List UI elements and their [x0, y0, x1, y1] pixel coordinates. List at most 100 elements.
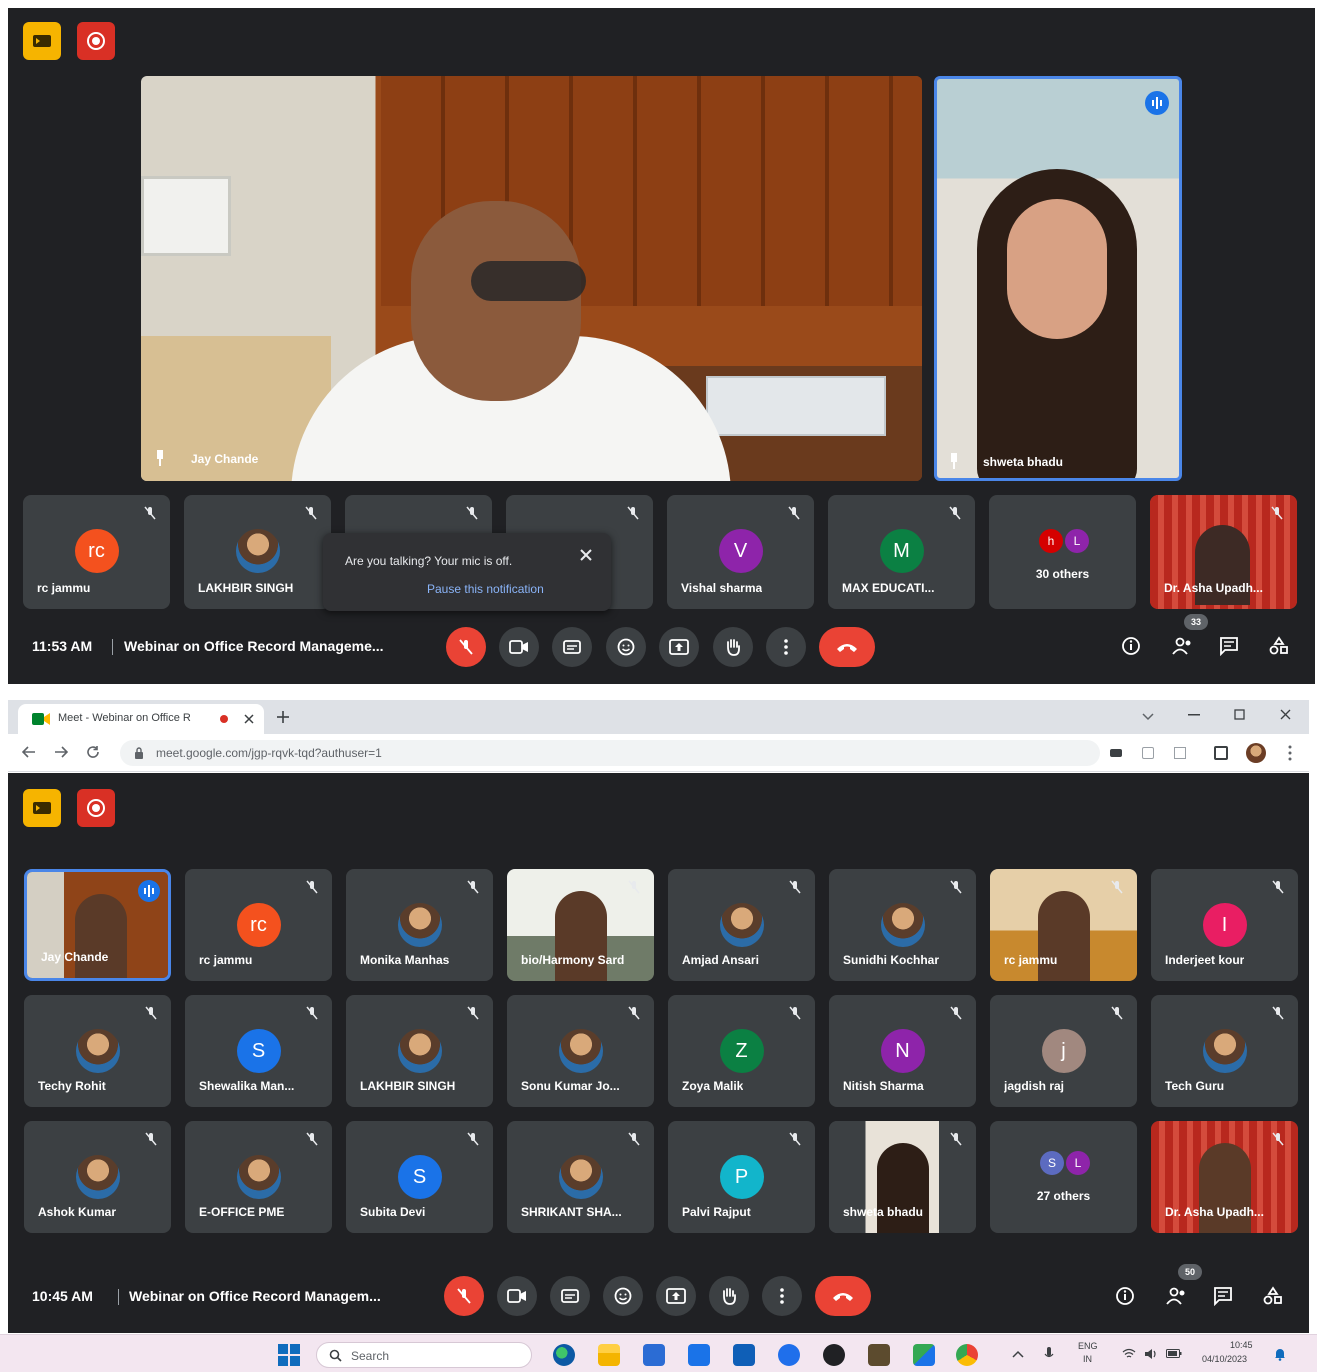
input-language[interactable]: ENG [1078, 1341, 1098, 1351]
minimize-icon[interactable] [1188, 714, 1200, 716]
participant-tile[interactable]: Sunidhi Kochhar [829, 869, 976, 981]
profile-avatar[interactable] [1246, 743, 1266, 763]
raise-hand-button[interactable] [709, 1276, 749, 1316]
teams-icon[interactable] [778, 1344, 800, 1366]
participant-tile[interactable]: P Palvi Rajput [668, 1121, 815, 1233]
participant-tile[interactable]: Amjad Ansari [668, 869, 815, 981]
new-tab-icon[interactable] [276, 710, 290, 724]
captions-button[interactable] [550, 1276, 590, 1316]
participant-tile[interactable]: bio/Harmony Sard [507, 869, 654, 981]
active-speaker-tile[interactable]: shweta bhadu [934, 76, 1182, 481]
participant-tile[interactable]: S Shewalika Man... [185, 995, 332, 1107]
mic-toggle-button[interactable] [444, 1276, 484, 1316]
back-icon[interactable] [22, 746, 36, 758]
camera-toggle-button[interactable] [499, 627, 539, 667]
close-window-icon[interactable] [1280, 709, 1291, 720]
participant-tile[interactable]: SHRIKANT SHA... [507, 1121, 654, 1233]
participant-tile[interactable]: V Vishal sharma [667, 495, 814, 609]
share-icon[interactable] [1142, 747, 1154, 759]
side-panel-icon[interactable] [1214, 746, 1228, 760]
volume-icon[interactable] [1144, 1348, 1158, 1360]
mail-icon[interactable] [688, 1344, 710, 1366]
pause-notification-link[interactable]: Pause this notification [427, 582, 544, 596]
participant-tile[interactable]: Dr. Asha Upadh... [1151, 1121, 1298, 1233]
file-explorer-icon[interactable] [598, 1344, 620, 1366]
camera-in-use-icon[interactable] [1110, 749, 1122, 757]
meeting-activity-icon[interactable] [23, 789, 61, 827]
participant-tile[interactable]: Jay Chande [24, 869, 171, 981]
more-options-button[interactable] [762, 1276, 802, 1316]
participant-tile[interactable]: Ashok Kumar [24, 1121, 171, 1233]
mic-tray-icon[interactable] [1044, 1347, 1054, 1361]
captions-button[interactable] [552, 627, 592, 667]
participant-tile[interactable]: N Nitish Sharma [829, 995, 976, 1107]
participant-tile[interactable]: Techy Rohit [24, 995, 171, 1107]
activities-button[interactable] [1260, 1283, 1286, 1309]
emoji-reaction-button[interactable] [606, 627, 646, 667]
address-bar[interactable]: meet.google.com/jgp-rqvk-tqd?authuser=1 [120, 740, 1100, 766]
participant-tile[interactable]: LAKHBIR SINGH [346, 995, 493, 1107]
app-icon[interactable] [913, 1344, 935, 1366]
notification-bell-icon[interactable] [1274, 1347, 1286, 1361]
clock-time[interactable]: 10:45 [1230, 1340, 1253, 1350]
raise-hand-button[interactable] [713, 627, 753, 667]
video-hover-controls[interactable] [471, 261, 586, 301]
participant-tile[interactable]: Monika Manhas [346, 869, 493, 981]
meeting-activity-icon[interactable] [23, 22, 61, 60]
more-options-button[interactable] [766, 627, 806, 667]
activities-button[interactable] [1266, 633, 1292, 659]
leave-call-button[interactable] [819, 627, 875, 667]
edge-icon[interactable] [553, 1344, 575, 1366]
mic-off-icon [305, 506, 317, 520]
participant-tile[interactable]: j jagdish raj [990, 995, 1137, 1107]
participant-tile[interactable]: Sonu Kumar Jo... [507, 995, 654, 1107]
participant-tile[interactable]: rc rc jammu [185, 869, 332, 981]
people-button[interactable] [1170, 633, 1196, 659]
maximize-icon[interactable] [1234, 709, 1245, 720]
store-icon[interactable] [643, 1344, 665, 1366]
meeting-details-button[interactable] [1112, 1283, 1138, 1309]
bookmark-icon[interactable] [1174, 747, 1186, 759]
participant-tile[interactable]: rc rc jammu [23, 495, 170, 609]
chevron-up-icon[interactable] [1012, 1350, 1024, 1358]
app-icon[interactable] [868, 1344, 890, 1366]
participant-tile[interactable]: I Inderjeet kour [1151, 869, 1298, 981]
leave-call-button[interactable] [815, 1276, 871, 1316]
close-icon[interactable] [578, 547, 594, 563]
participant-tile[interactable]: M MAX EDUCATI... [828, 495, 975, 609]
chat-button[interactable] [1216, 633, 1242, 659]
start-icon[interactable] [278, 1344, 300, 1366]
forward-icon[interactable] [54, 746, 68, 758]
main-video-tile[interactable]: Jay Chande [141, 76, 922, 481]
mic-toggle-button[interactable] [446, 627, 486, 667]
camera-toggle-button[interactable] [497, 1276, 537, 1316]
participant-tile[interactable]: E-OFFICE PME [185, 1121, 332, 1233]
chrome-icon[interactable] [956, 1344, 978, 1366]
reload-icon[interactable] [86, 745, 100, 759]
present-screen-button[interactable] [659, 627, 699, 667]
people-button[interactable] [1164, 1283, 1190, 1309]
app-icon[interactable] [823, 1344, 845, 1366]
browser-menu-icon[interactable] [1288, 745, 1292, 761]
participant-name: Palvi Rajput [682, 1205, 751, 1219]
battery-icon[interactable] [1166, 1349, 1182, 1358]
participant-tile[interactable]: rc jammu [990, 869, 1137, 981]
browser-tab[interactable]: Meet - Webinar on Office R [18, 704, 264, 734]
participant-tile[interactable]: LAKHBIR SINGH [184, 495, 331, 609]
tab-search-icon[interactable] [1142, 712, 1154, 722]
participant-tile[interactable]: S L 27 others [990, 1121, 1137, 1233]
participant-tile[interactable]: shweta bhadu [829, 1121, 976, 1233]
taskbar-search[interactable]: Search [316, 1342, 532, 1368]
outlook-icon[interactable] [733, 1344, 755, 1366]
participant-tile[interactable]: Z Zoya Malik [668, 995, 815, 1107]
others-tile[interactable]: h L 30 others [989, 495, 1136, 609]
wifi-icon[interactable] [1122, 1348, 1136, 1359]
participant-tile[interactable]: Dr. Asha Upadh... [1150, 495, 1297, 609]
present-screen-button[interactable] [656, 1276, 696, 1316]
close-tab-icon[interactable] [244, 714, 254, 724]
participant-tile[interactable]: S Subita Devi [346, 1121, 493, 1233]
chat-button[interactable] [1210, 1283, 1236, 1309]
meeting-details-button[interactable] [1118, 633, 1144, 659]
emoji-reaction-button[interactable] [603, 1276, 643, 1316]
participant-tile[interactable]: Tech Guru [1151, 995, 1298, 1107]
